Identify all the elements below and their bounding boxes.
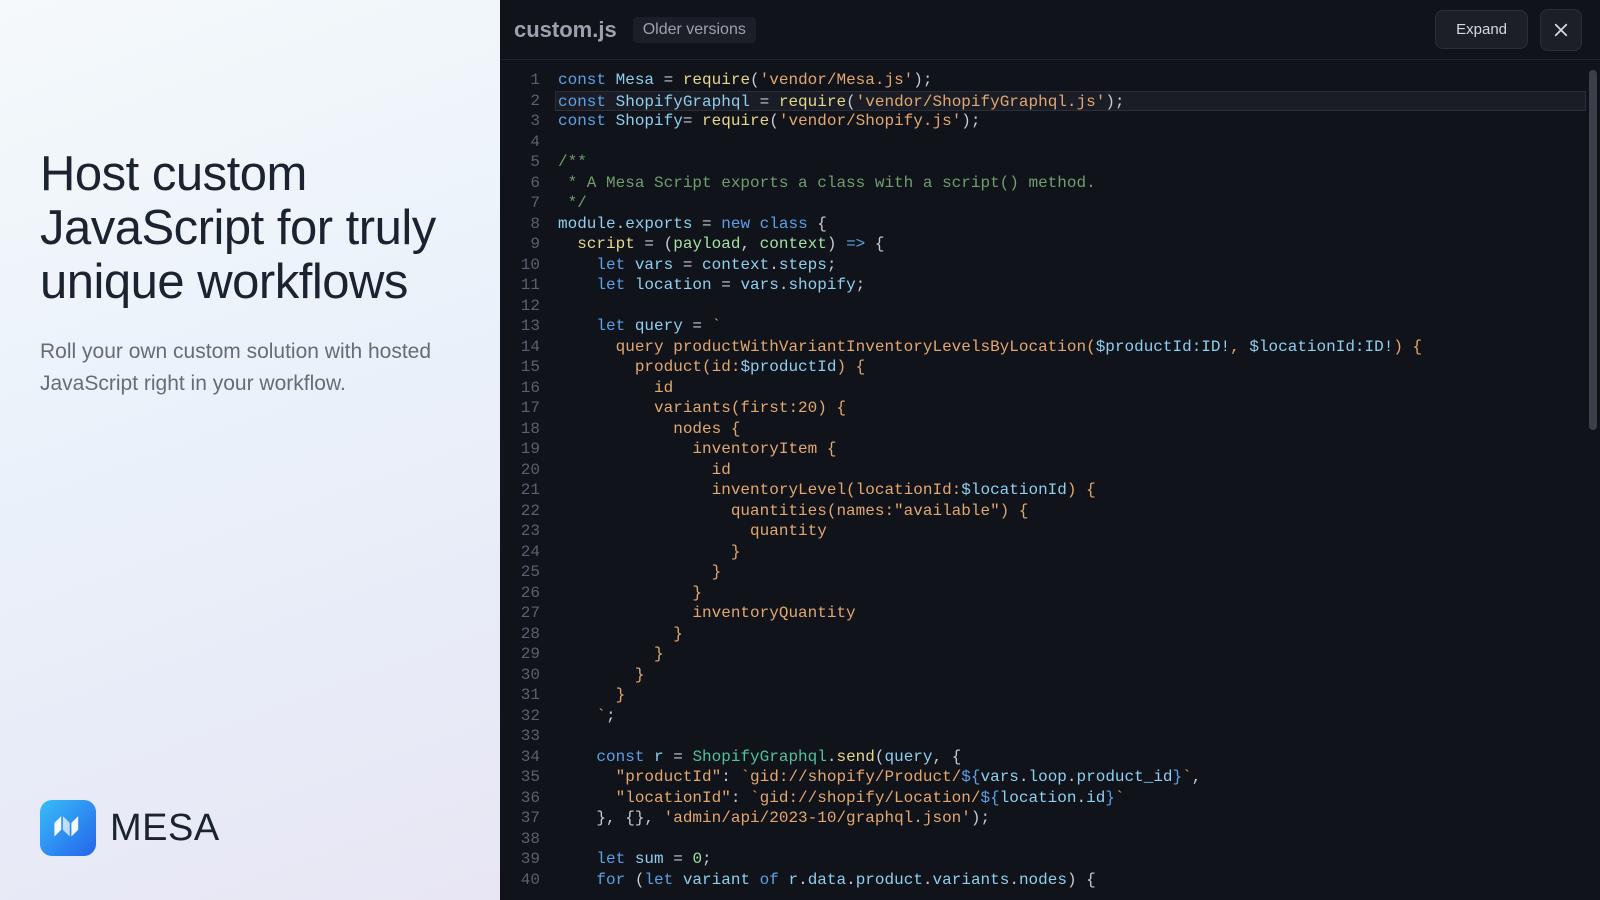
line-number: 11 xyxy=(500,275,550,296)
line-number: 16 xyxy=(500,378,550,399)
line-number: 24 xyxy=(500,542,550,563)
line-number: 1 xyxy=(500,70,550,91)
line-number: 27 xyxy=(500,603,550,624)
line-number: 15 xyxy=(500,357,550,378)
code-line[interactable]: "productId": `gid://shopify/Product/${va… xyxy=(558,767,1586,788)
code-line[interactable]: } xyxy=(558,583,1586,604)
line-number: 23 xyxy=(500,521,550,542)
line-number: 4 xyxy=(500,132,550,153)
close-button[interactable] xyxy=(1540,9,1582,51)
code-line[interactable]: id xyxy=(558,460,1586,481)
code-line[interactable]: const Mesa = require('vendor/Mesa.js'); xyxy=(558,70,1586,91)
code-line[interactable]: "locationId": `gid://shopify/Location/${… xyxy=(558,788,1586,809)
line-number: 30 xyxy=(500,665,550,686)
line-number: 19 xyxy=(500,439,550,460)
code-line[interactable] xyxy=(558,132,1586,153)
code-line[interactable]: } xyxy=(558,624,1586,645)
line-number: 29 xyxy=(500,644,550,665)
line-number: 28 xyxy=(500,624,550,645)
scrollbar-thumb[interactable] xyxy=(1589,70,1597,430)
code-line[interactable]: const ShopifyGraphql = require('vendor/S… xyxy=(555,91,1586,112)
brand-logo: MESA xyxy=(40,800,220,856)
code-area[interactable]: 1234567891011121314151617181920212223242… xyxy=(500,60,1600,900)
subtext: Roll your own custom solution with hoste… xyxy=(40,336,440,401)
line-number: 17 xyxy=(500,398,550,419)
code-line[interactable]: } xyxy=(558,685,1586,706)
code-line[interactable]: } xyxy=(558,562,1586,583)
code-line[interactable]: const r = ShopifyGraphql.send(query, { xyxy=(558,747,1586,768)
line-number: 35 xyxy=(500,767,550,788)
code-line[interactable]: inventoryLevel(locationId:$locationId) { xyxy=(558,480,1586,501)
code-line[interactable]: script = (payload, context) => { xyxy=(558,234,1586,255)
line-number: 9 xyxy=(500,234,550,255)
line-number: 20 xyxy=(500,460,550,481)
vertical-scrollbar[interactable] xyxy=(1586,60,1600,900)
code-line[interactable]: } xyxy=(558,665,1586,686)
code-line[interactable]: */ xyxy=(558,193,1586,214)
code-line[interactable]: } xyxy=(558,542,1586,563)
line-number: 31 xyxy=(500,685,550,706)
code-line[interactable] xyxy=(558,726,1586,747)
line-number: 2 xyxy=(500,91,550,112)
code-line[interactable] xyxy=(558,296,1586,317)
code-line[interactable]: * A Mesa Script exports a class with a s… xyxy=(558,173,1586,194)
code-line[interactable]: product(id:$productId) { xyxy=(558,357,1586,378)
line-number: 32 xyxy=(500,706,550,727)
line-number: 6 xyxy=(500,173,550,194)
line-number: 40 xyxy=(500,870,550,891)
older-versions-button[interactable]: Older versions xyxy=(633,17,756,43)
code-line[interactable]: let sum = 0; xyxy=(558,849,1586,870)
code-line[interactable]: query productWithVariantInventoryLevelsB… xyxy=(558,337,1586,358)
code-line[interactable]: for (let variant of r.data.product.varia… xyxy=(558,870,1586,891)
line-number: 14 xyxy=(500,337,550,358)
code-line[interactable]: let query = ` xyxy=(558,316,1586,337)
line-number: 33 xyxy=(500,726,550,747)
line-number: 8 xyxy=(500,214,550,235)
filename-label: custom.js xyxy=(514,17,617,43)
line-number: 3 xyxy=(500,111,550,132)
expand-button[interactable]: Expand xyxy=(1435,10,1528,49)
line-number: 12 xyxy=(500,296,550,317)
line-number: 37 xyxy=(500,808,550,829)
line-number: 39 xyxy=(500,849,550,870)
close-icon xyxy=(1552,21,1570,39)
brand-name: MESA xyxy=(110,807,220,850)
line-number: 5 xyxy=(500,152,550,173)
line-number: 36 xyxy=(500,788,550,809)
code-line[interactable]: id xyxy=(558,378,1586,399)
editor-topbar: custom.js Older versions Expand xyxy=(500,0,1600,60)
line-number: 34 xyxy=(500,747,550,768)
code-line[interactable]: `; xyxy=(558,706,1586,727)
line-number: 25 xyxy=(500,562,550,583)
code-line[interactable]: let location = vars.shopify; xyxy=(558,275,1586,296)
code-line[interactable]: module.exports = new class { xyxy=(558,214,1586,235)
line-gutter: 1234567891011121314151617181920212223242… xyxy=(500,60,550,900)
code-line[interactable]: variants(first:20) { xyxy=(558,398,1586,419)
code-line[interactable]: inventoryQuantity xyxy=(558,603,1586,624)
code-line[interactable] xyxy=(558,829,1586,850)
code-line[interactable]: } xyxy=(558,644,1586,665)
code-line[interactable]: inventoryItem { xyxy=(558,439,1586,460)
line-number: 13 xyxy=(500,316,550,337)
code-editor-panel: custom.js Older versions Expand 12345678… xyxy=(500,0,1600,900)
line-number: 10 xyxy=(500,255,550,276)
line-number: 26 xyxy=(500,583,550,604)
mesa-logo-icon xyxy=(40,800,96,856)
marketing-sidebar: Host custom JavaScript for truly unique … xyxy=(0,0,500,900)
code-line[interactable]: let vars = context.steps; xyxy=(558,255,1586,276)
code-line[interactable]: const Shopify= require('vendor/Shopify.j… xyxy=(558,111,1586,132)
line-number: 7 xyxy=(500,193,550,214)
code-line[interactable]: quantity xyxy=(558,521,1586,542)
code-line[interactable]: nodes { xyxy=(558,419,1586,440)
line-number: 21 xyxy=(500,480,550,501)
code-line[interactable]: quantities(names:"available") { xyxy=(558,501,1586,522)
line-number: 18 xyxy=(500,419,550,440)
code-line[interactable]: }, {}, 'admin/api/2023-10/graphql.json')… xyxy=(558,808,1586,829)
code-line[interactable]: /** xyxy=(558,152,1586,173)
headline: Host custom JavaScript for truly unique … xyxy=(40,148,452,310)
line-number: 38 xyxy=(500,829,550,850)
code-content[interactable]: const Mesa = require('vendor/Mesa.js');c… xyxy=(550,60,1586,900)
line-number: 22 xyxy=(500,501,550,522)
